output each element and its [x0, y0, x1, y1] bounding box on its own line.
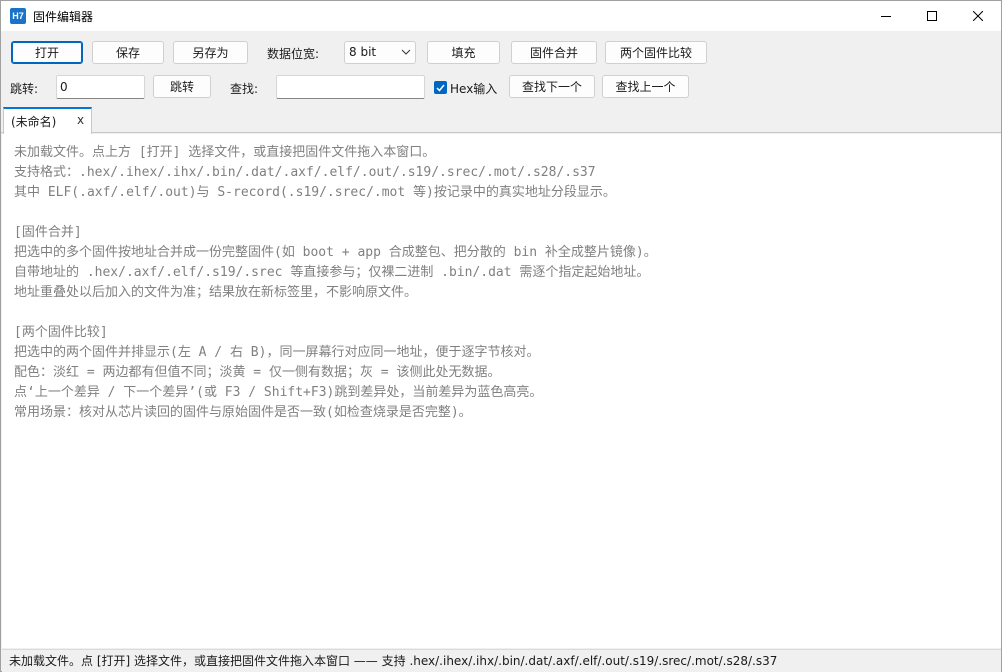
jump-label: 跳转:: [10, 82, 39, 96]
tab-untitled[interactable]: (未命名) x: [3, 107, 92, 134]
content-line: 点‘上一个差异 / 下一个差异’(或 F3 / Shift+F3)跳到差异处，当…: [14, 385, 543, 400]
hex-input-checkbox[interactable]: [434, 81, 447, 94]
content-line: [14, 303, 989, 323]
content-line: 配色：淡红 = 两边都有但值不同；淡黄 = 仅一侧有数据；灰 = 该侧此处无数据…: [14, 365, 501, 380]
find-next-button[interactable]: 查找下一个: [509, 75, 595, 98]
find-label: 查找:: [230, 82, 259, 96]
find-prev-button[interactable]: 查找上一个: [602, 75, 689, 98]
content-line: 地址重叠处以后加入的文件为准；结果放在新标签里，不影响原文件。: [14, 285, 418, 300]
app-window: H7 固件编辑器 打开 保存 另存为 数据位宽: 8 bit 填充 固件合并 两…: [0, 0, 1002, 672]
editor-content[interactable]: 未加载文件。点上方 [打开] 选择文件，或直接把固件文件拖入本窗口。 支持格式：…: [2, 134, 1001, 648]
merge-button[interactable]: 固件合并: [511, 41, 597, 64]
close-icon: [973, 11, 983, 21]
minimize-button[interactable]: [863, 1, 909, 31]
maximize-icon: [927, 11, 937, 21]
data-width-value: 8 bit: [349, 45, 377, 59]
jump-button[interactable]: 跳转: [153, 75, 211, 98]
save-as-button[interactable]: 另存为: [173, 41, 248, 64]
tab-strip: (未命名) x: [1, 107, 1001, 134]
content-line: 把选中的多个固件按地址合并成一份完整固件(如 boot + app 合成整包、把…: [14, 245, 657, 260]
content-line: 支持格式：.hex/.ihex/.ihx/.bin/.dat/.axf/.elf…: [14, 165, 596, 180]
content-line: [两个固件比较]: [14, 325, 108, 340]
jump-input[interactable]: 0: [56, 75, 145, 99]
data-width-select[interactable]: 8 bit: [344, 41, 416, 64]
status-bar: 未加载文件。点 [打开] 选择文件，或直接把固件文件拖入本窗口 —— 支持 .h…: [2, 649, 1001, 672]
content-line: 常用场景：核对从芯片读回的固件与原始固件是否一致(如检查烧录是否完整)。: [14, 405, 472, 420]
close-button[interactable]: [955, 1, 1001, 31]
open-button[interactable]: 打开: [11, 41, 83, 64]
content-line: 未加载文件。点上方 [打开] 选择文件，或直接把固件文件拖入本窗口。: [14, 145, 436, 160]
content-line: [固件合并]: [14, 225, 82, 240]
content-line: 自带地址的 .hex/.axf/.elf/.s19/.srec 等直接参与；仅裸…: [14, 265, 650, 280]
content-line: [14, 203, 989, 223]
maximize-button[interactable]: [909, 1, 955, 31]
hex-input-label: Hex输入: [450, 82, 498, 96]
find-input[interactable]: [276, 75, 425, 99]
app-icon: H7: [10, 8, 26, 24]
minimize-icon: [881, 16, 891, 17]
data-width-label: 数据位宽:: [267, 47, 320, 61]
title-bar[interactable]: H7 固件编辑器: [1, 1, 1001, 31]
save-button[interactable]: 保存: [92, 41, 164, 64]
content-line: 其中 ELF(.axf/.elf/.out)与 S-record(.s19/.s…: [14, 185, 616, 200]
content-line: 把选中的两个固件并排显示(左 A / 右 B)，同一屏幕行对应同一地址，便于逐字…: [14, 345, 540, 360]
tab-close-icon[interactable]: x: [77, 113, 84, 127]
fill-button[interactable]: 填充: [427, 41, 500, 64]
compare-button[interactable]: 两个固件比较: [605, 41, 707, 64]
chevron-down-icon: [401, 49, 411, 55]
window-title: 固件编辑器: [33, 10, 94, 24]
tab-label: (未命名): [11, 115, 57, 129]
checkmark-icon: [436, 84, 445, 92]
